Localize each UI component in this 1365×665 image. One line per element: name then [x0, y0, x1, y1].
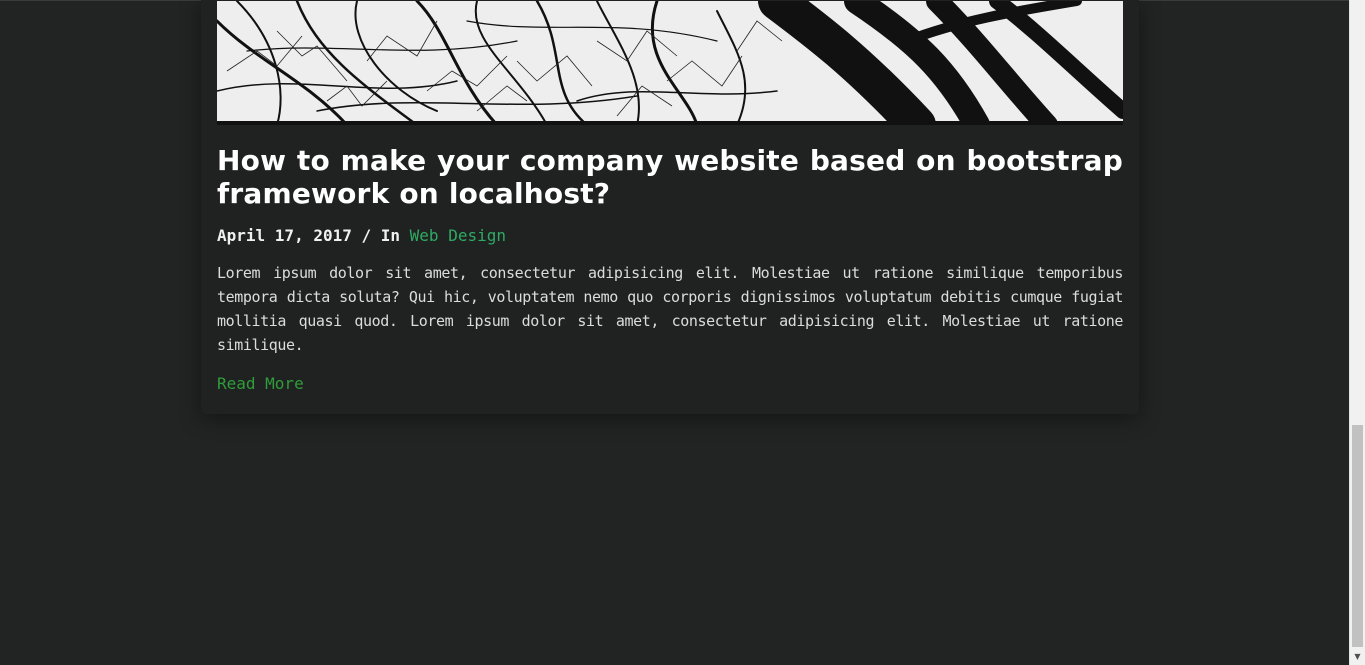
page-background: How to make your company website based o… [0, 0, 1349, 665]
post-category-link[interactable]: Web Design [410, 226, 506, 245]
blog-post-card: How to make your company website based o… [201, 0, 1139, 414]
tree-branches-photo [217, 1, 1123, 125]
post-excerpt: Lorem ipsum dolor sit amet, consectetur … [217, 264, 1123, 354]
scroll-down-arrow-icon[interactable]: ▼ [1350, 649, 1365, 665]
post-date: April 17, 2017 [217, 226, 352, 245]
post-title[interactable]: How to make your company website based o… [217, 144, 1123, 210]
post-featured-image[interactable] [217, 1, 1123, 125]
vertical-scrollbar[interactable]: ▼ [1349, 0, 1365, 665]
scrollbar-thumb[interactable] [1352, 425, 1363, 647]
read-more-link[interactable]: Read More [217, 374, 304, 394]
post-meta: April 17, 2017 / In Web Design [217, 226, 1123, 246]
post-meta-separator: / In [351, 226, 410, 245]
